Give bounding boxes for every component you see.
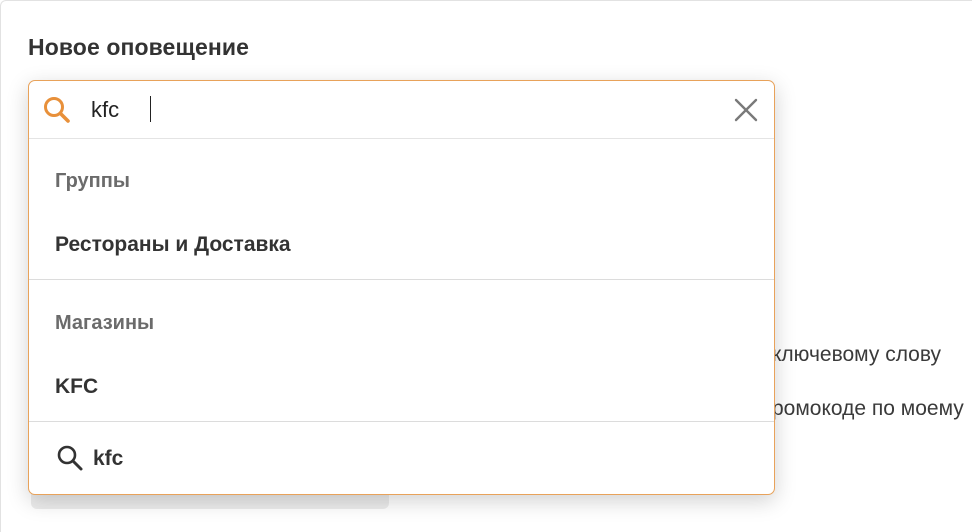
search-suggestion-label: kfc [93,447,124,470]
section-header-shops: Магазины [55,312,155,334]
page-container: Новое оповещение ключевому слову ромокод… [0,0,972,532]
close-icon[interactable] [731,95,761,125]
list-item-label: Рестораны и Доставка [55,233,291,256]
list-item[interactable]: Рестораны и Доставка [29,225,774,265]
search-icon [44,97,70,123]
page-title: Новое оповещение [28,34,249,60]
list-item-label: KFC [55,375,99,398]
divider [29,279,774,280]
search-dropdown: Группы Рестораны и Доставка Магазины KFC… [28,80,775,495]
list-item[interactable]: KFC [29,367,774,407]
text-caret [150,96,151,122]
search-suggestion-item[interactable]: kfc [29,422,774,494]
option-keyword-label[interactable]: ключевому слову [772,343,941,367]
search-bar [29,81,774,139]
search-input[interactable] [91,95,691,125]
option-promocode-label[interactable]: ромокоде по моему [772,397,964,421]
section-header-groups: Группы [55,170,130,192]
search-icon [57,445,83,471]
